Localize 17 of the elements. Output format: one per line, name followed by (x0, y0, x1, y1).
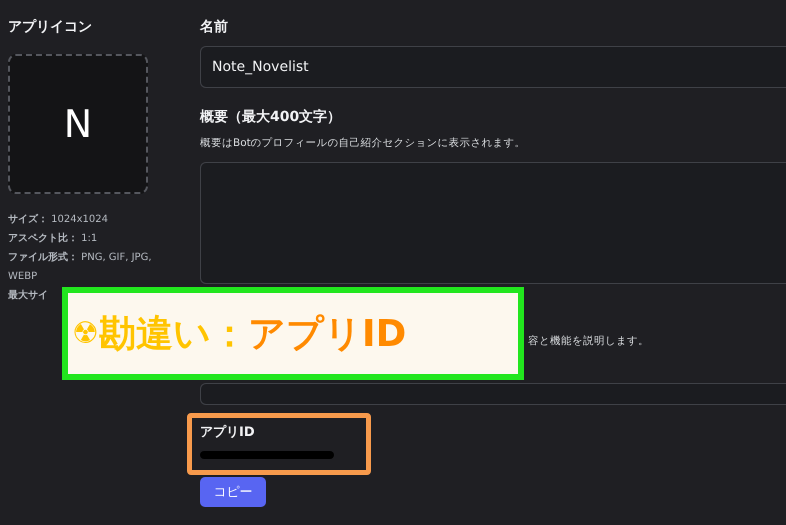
spec-text: 最大サイ (8, 288, 49, 303)
description-field[interactable] (200, 383, 786, 405)
spec-text: ファイル形式： PNG, GIF, JPG, WEBP (8, 250, 153, 284)
help-text: 容と機能を説明します。 (528, 334, 649, 348)
app-icon[interactable]: N (8, 54, 148, 194)
spec-text: アスペクト比： 1:1 (8, 232, 98, 246)
field-label: 概要（最大400文字） (200, 108, 342, 126)
section-title: アプリイコン (8, 18, 93, 36)
field-label: 名前 (200, 18, 229, 36)
icon-letter: N (64, 102, 92, 146)
field-label: アプリID (200, 424, 256, 441)
annotation-label: ☢勘違い：アプリID (62, 287, 524, 380)
spec-text: サイズ： 1024x1024 (8, 212, 109, 227)
summary-field[interactable] (200, 162, 786, 284)
help-text: 概要はBotのプロフィールの自己紹介セクションに表示されます。 (200, 136, 527, 150)
name-field[interactable]: Note_Novelist (200, 46, 786, 88)
copy-button[interactable]: コピー (200, 477, 266, 507)
